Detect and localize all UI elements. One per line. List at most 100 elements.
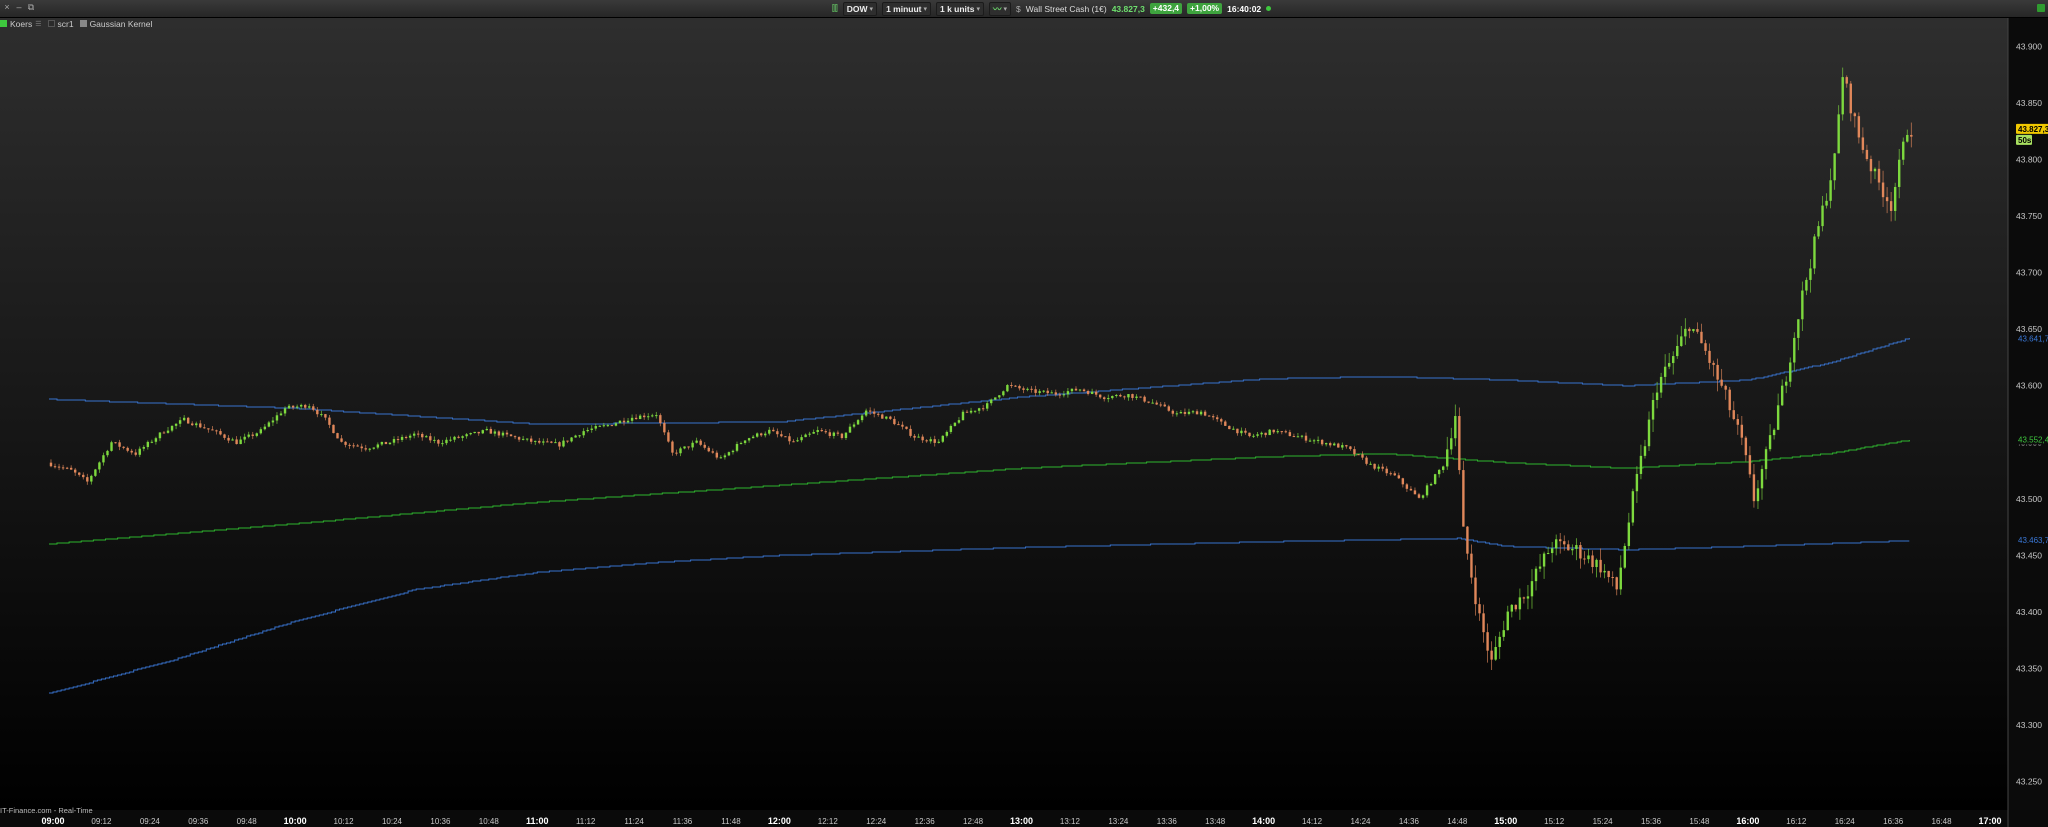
candle-body [433, 439, 436, 441]
legend-item-gaussian-kernel[interactable]: Gaussian Kernel [79, 19, 152, 29]
candle-body [675, 452, 678, 454]
candle-body [1889, 201, 1893, 211]
live-status-dot [1266, 6, 1272, 11]
candle-body [868, 410, 872, 412]
price-tick-label: 43.800 [2016, 154, 2042, 164]
candle-body [659, 415, 662, 424]
time-tick-label: 13:48 [1205, 817, 1226, 826]
price-tag-upper: 43.641,7 [2018, 335, 2048, 344]
candle-body [267, 422, 271, 427]
candle-body [679, 448, 682, 454]
candle-body [1256, 434, 1259, 436]
candle-body [1260, 432, 1263, 435]
candle-body [453, 436, 456, 440]
candle-body [626, 420, 630, 423]
candle-body [856, 420, 860, 425]
candle-body [1631, 491, 1635, 523]
settings-icon[interactable]: ☰ [35, 20, 41, 28]
interval-select-value: 1 minuut [886, 3, 922, 14]
panel-toggle-button[interactable] [2037, 4, 2045, 12]
candle-body [784, 436, 787, 438]
candle-body [392, 439, 396, 443]
time-tick-label: 12:00 [768, 816, 791, 826]
candle-body [1659, 376, 1663, 393]
candle-body [788, 436, 791, 442]
time-tick-label: 09:48 [237, 817, 258, 826]
candle-body [727, 452, 731, 456]
candle-body [465, 434, 468, 437]
indicator-button[interactable]: 〰 ▾ [989, 1, 1012, 16]
legend-item-koers[interactable]: Koers ☰ [0, 19, 42, 29]
candle-body [142, 447, 145, 449]
candle-body [634, 417, 638, 420]
price-tick-label: 43.700 [2016, 268, 2042, 278]
time-tick-label: 14:24 [1350, 817, 1371, 826]
candle-body [1615, 577, 1618, 590]
price-tick-label: 43.900 [2016, 41, 2042, 51]
candle-body [1183, 412, 1187, 414]
candle-body [642, 415, 646, 418]
candle-body [1760, 469, 1764, 489]
price-tag-lower: 43.463,7 [2018, 536, 2048, 545]
candle-body [199, 423, 202, 428]
time-tick-label: 16:24 [1835, 817, 1856, 826]
candle-body [513, 436, 517, 438]
candlestick-chart-icon[interactable]: ⫿⫿ [832, 3, 838, 14]
candle-body [1801, 290, 1804, 320]
candle-body [1684, 328, 1687, 337]
units-select[interactable]: 1 k units ▾ [936, 1, 984, 16]
time-tick-label: 09:00 [41, 816, 64, 826]
candle-body [1813, 236, 1816, 269]
candle-body [1304, 435, 1308, 441]
legend-item-scr1[interactable]: scr1 [47, 19, 74, 29]
candle-body [957, 420, 961, 423]
interval-select[interactable]: 1 minuut ▾ [882, 1, 931, 16]
candle-body [1748, 455, 1752, 475]
candle-body [925, 440, 928, 442]
candle-body [348, 444, 351, 446]
candle-body [332, 424, 335, 434]
candle-body [126, 447, 129, 451]
candle-body [219, 431, 222, 435]
candle-body [885, 416, 888, 419]
candle-body [638, 415, 642, 420]
candle-body [1276, 431, 1279, 433]
candle-body [1442, 466, 1445, 470]
candle-body [106, 450, 109, 456]
candle-body [1369, 463, 1372, 465]
candle-body [933, 439, 936, 443]
candle-body [1571, 548, 1574, 551]
candle-body [889, 416, 892, 419]
candle-body [941, 435, 945, 442]
candle-body [1526, 596, 1530, 599]
candle-body [1639, 455, 1643, 474]
candle-body [445, 439, 448, 444]
title-bar: × – ⧉ ⫿⫿ DOW ▾ 1 minuut ▾ 1 k units ▾ 〰 … [0, 0, 2048, 18]
candle-body [1300, 435, 1304, 437]
candle-body [158, 432, 162, 439]
candle-body [1494, 647, 1497, 660]
candle-body [570, 437, 573, 442]
detach-icon[interactable]: ⧉ [27, 3, 35, 12]
price-chart[interactable]: 43.90043.85043.80043.75043.70043.65043.6… [0, 18, 2048, 827]
candle-body [1377, 466, 1380, 469]
candle-body [429, 436, 432, 441]
candle-body [566, 440, 569, 442]
candle-body [1264, 432, 1267, 436]
candle-body [1413, 490, 1417, 495]
close-icon[interactable]: × [3, 3, 11, 12]
time-tick-label: 13:12 [1060, 817, 1081, 826]
candle-body [1127, 394, 1130, 398]
minimize-icon[interactable]: – [15, 3, 23, 12]
candle-body [1203, 411, 1207, 416]
candle-body [1506, 611, 1509, 631]
candle-body [118, 442, 121, 447]
candle-body [1450, 438, 1453, 450]
candle-body [1518, 597, 1522, 610]
candle-body [1785, 381, 1788, 386]
candle-body [166, 430, 170, 433]
instrument-select[interactable]: DOW ▾ [842, 1, 878, 16]
candle-body [170, 425, 174, 431]
candle-body [864, 410, 868, 416]
units-select-value: 1 k units [940, 3, 975, 14]
